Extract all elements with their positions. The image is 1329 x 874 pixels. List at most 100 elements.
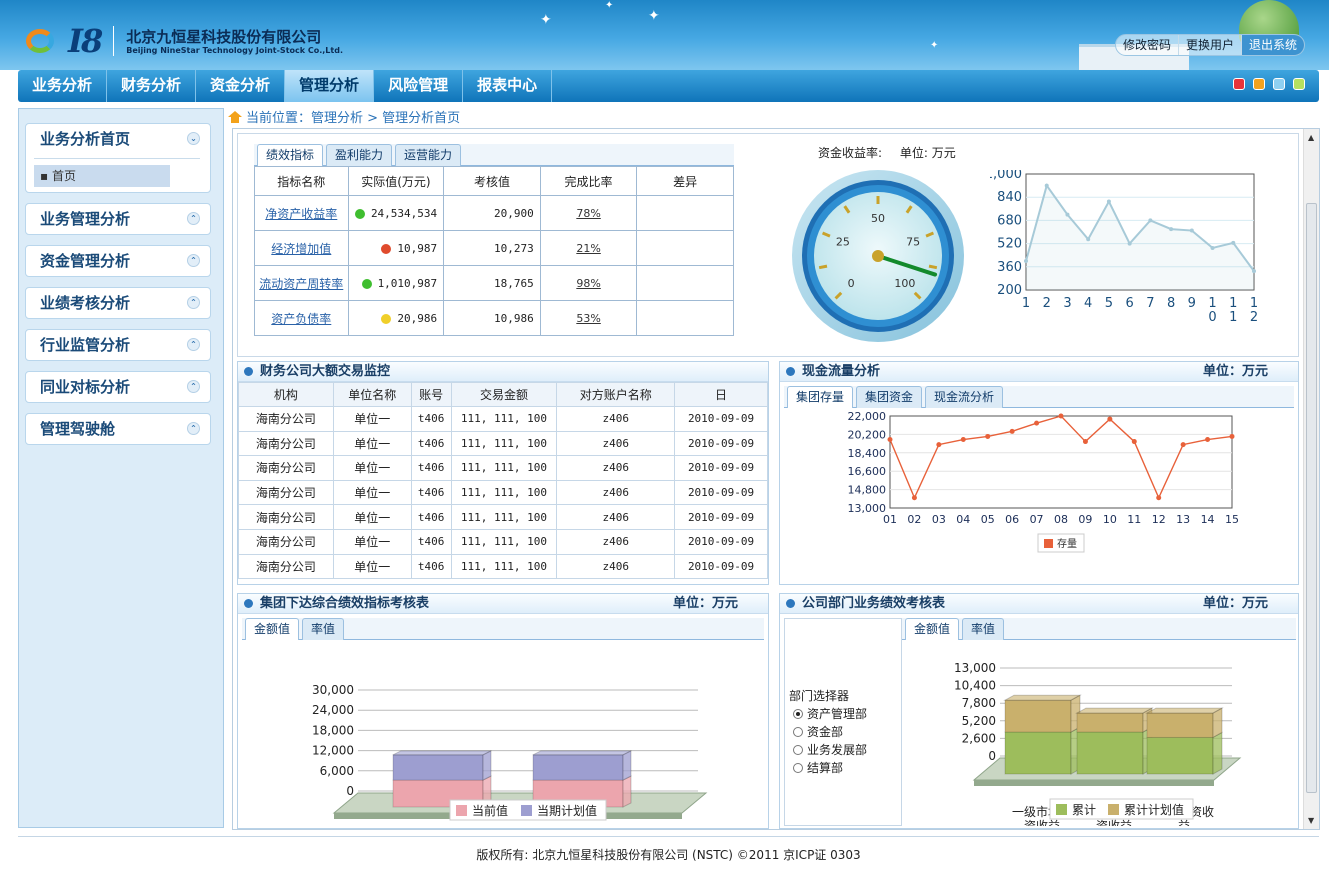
nav-funds-analysis[interactable]: 资金分析 (196, 70, 286, 102)
tab-amount[interactable]: 金额值 (905, 618, 960, 640)
group-perf-unit: 单位：万元 (672, 596, 738, 611)
bar-segment (1146, 736, 1214, 775)
orange-dot-button[interactable] (1253, 78, 1265, 90)
y-tick-label: 7,800 (962, 696, 996, 710)
logo-mark-text: I8 (68, 22, 103, 60)
main-nav: 业务分析 财务分析 资金分析 管理分析 风险管理 报表中心 (18, 70, 1319, 102)
dept-radio-option[interactable]: 结算部 (793, 759, 867, 777)
completion-rate-link[interactable]: 98% (576, 277, 600, 290)
sidebar-section-regulation[interactable]: 行业监管分析 ⌃ (25, 329, 211, 361)
x-tick-label: 09 (1078, 513, 1092, 526)
table-cell: 2010-09-09 (674, 504, 768, 530)
chevron-up-icon[interactable]: ⌃ (187, 296, 200, 309)
tab-operations[interactable]: 运营能力 (395, 144, 462, 166)
dept-radio-option[interactable]: 业务发展部 (793, 741, 867, 759)
nav-business-analysis[interactable]: 业务分析 (18, 70, 108, 102)
nav-finance-analysis[interactable]: 财务分析 (107, 70, 197, 102)
sidebar-section-funds-mgmt[interactable]: 资金管理分析 ⌃ (25, 245, 211, 277)
green-dot-button[interactable] (1293, 78, 1305, 90)
data-point (1180, 442, 1186, 448)
tab-group-stock[interactable]: 集团存量 (787, 386, 854, 408)
table-cell: 海南分公司 (238, 528, 334, 555)
radio-icon[interactable] (793, 763, 803, 773)
tab-rate[interactable]: 率值 (302, 618, 345, 640)
logout-link[interactable]: 退出系统 (1241, 35, 1304, 55)
bar-segment (532, 754, 624, 781)
y-tick-label: 12,000 (312, 744, 354, 758)
legend-label: 当期计划值 (537, 803, 597, 818)
x-tick-label: 04 (956, 513, 970, 526)
actual-value: 20,986 (397, 311, 438, 325)
blue-dot-button[interactable] (1273, 78, 1285, 90)
chevron-down-icon[interactable]: ⌄ (187, 132, 200, 145)
table-row: 海南分公司 单位一 t406 111, 111, 100 z406 2010-09-09 (238, 406, 768, 432)
kpi-tabs: 绩效指标 盈利能力 运营能力 (254, 144, 734, 166)
tab-performance[interactable]: 绩效指标 (257, 144, 324, 166)
y-tick-label: 13,000 (848, 502, 887, 515)
target-value: 10,273 (443, 230, 541, 266)
sidebar-section-benchmark[interactable]: 同业对标分析 ⌃ (25, 371, 211, 403)
table-cell: 111, 111, 100 (450, 430, 558, 457)
chevron-up-icon[interactable]: ⌃ (187, 254, 200, 267)
sidebar-item-home[interactable]: ▪ 首页 (34, 165, 170, 187)
bar-segment (1004, 731, 1072, 775)
change-password-link[interactable]: 修改密码 (1116, 35, 1179, 55)
x-tick-label: 1 (1208, 296, 1216, 311)
tab-amount[interactable]: 金额值 (245, 618, 300, 640)
actual-value: 10,987 (397, 241, 438, 255)
tab-rate[interactable]: 率值 (962, 618, 1005, 640)
tab-profitability[interactable]: 盈利能力 (326, 144, 393, 166)
legend-swatch (1056, 804, 1067, 815)
dept-radio-option[interactable]: 资金部 (793, 723, 867, 741)
tab-group-funds[interactable]: 集团资金 (856, 386, 923, 408)
completion-rate-link[interactable]: 78% (576, 207, 600, 220)
radio-icon[interactable] (793, 745, 803, 755)
scrollbar-thumb[interactable] (1306, 203, 1317, 793)
kpi-name-link[interactable]: 经济增加值 (271, 242, 331, 256)
kpi-name-link[interactable]: 净资产收益率 (265, 207, 337, 221)
scroll-up-icon[interactable]: ▲ (1308, 133, 1314, 142)
yield-line-chart: 1,000840680520360200123456789101112 (990, 170, 1258, 325)
chevron-up-icon[interactable]: ⌃ (187, 338, 200, 351)
table-cell: 单位一 (332, 504, 412, 530)
nav-risk-management[interactable]: 风险管理 (374, 70, 464, 102)
bar-top (532, 750, 632, 756)
table-cell: 海南分公司 (238, 430, 334, 457)
transactions-title: 财务公司大额交易监控 (238, 362, 768, 382)
bar-segment (1076, 712, 1144, 733)
gauge-tick-label: 50 (871, 212, 885, 225)
completion-rate-link[interactable]: 21% (576, 242, 600, 255)
nav-report-center[interactable]: 报表中心 (463, 70, 553, 102)
switch-user-link[interactable]: 更换用户 (1179, 35, 1242, 55)
tab-cashflow-analysis[interactable]: 现金流分析 (925, 386, 1004, 408)
dept-radio-option[interactable]: 资产管理部 (793, 705, 867, 723)
chevron-up-icon[interactable]: ⌃ (187, 422, 200, 435)
vertical-scrollbar[interactable]: ▲ ▼ (1303, 129, 1319, 829)
sidebar-section-performance[interactable]: 业绩考核分析 ⌃ (25, 287, 211, 319)
chevron-up-icon[interactable]: ⌃ (187, 380, 200, 393)
x-tick-label: 15 (1225, 513, 1239, 526)
radio-icon[interactable] (793, 727, 803, 737)
y-tick-label: 30,000 (312, 683, 354, 697)
sidebar: 业务分析首页 ⌄ ▪ 首页 业务管理分析 ⌃ 资金管理分析 ⌃ 业绩考核分析 ⌃ 行业… (18, 108, 224, 828)
table-cell: 2010-09-09 (674, 455, 768, 481)
kpi-name-link[interactable]: 流动资产周转率 (259, 277, 343, 291)
dept-performance-panel: 公司部门业务绩效考核表 单位：万元 部门选择器 资产管理部 资金部 业务发展部 结算部 … (779, 593, 1299, 829)
radio-icon[interactable] (793, 709, 803, 719)
nav-management-analysis[interactable]: 管理分析 (285, 70, 375, 102)
sidebar-section-title[interactable]: 业务分析首页 ⌄ (26, 124, 210, 154)
gauge-hub (872, 250, 884, 262)
sidebar-section-cockpit[interactable]: 管理驾驶舱 ⌃ (25, 413, 211, 445)
completion-rate-link[interactable]: 53% (576, 312, 600, 325)
kpi-overview-panel: 绩效指标 盈利能力 运营能力 指标名称 实际值(万元) 考核值 完成比率 差异 … (237, 133, 1299, 357)
gauge-tick-label: 100 (894, 277, 915, 290)
kpi-name-link[interactable]: 资产负债率 (271, 312, 331, 326)
company-name-en: Beijing NineStar Technology Joint-Stock … (126, 45, 343, 55)
target-value: 10,986 (443, 300, 541, 336)
red-dot-button[interactable] (1233, 78, 1245, 90)
status-dot-icon (381, 243, 392, 254)
scroll-down-icon[interactable]: ▼ (1308, 816, 1314, 825)
sidebar-section-business-mgmt[interactable]: 业务管理分析 ⌃ (25, 203, 211, 235)
diff-value (636, 195, 734, 231)
chevron-up-icon[interactable]: ⌃ (187, 212, 200, 225)
